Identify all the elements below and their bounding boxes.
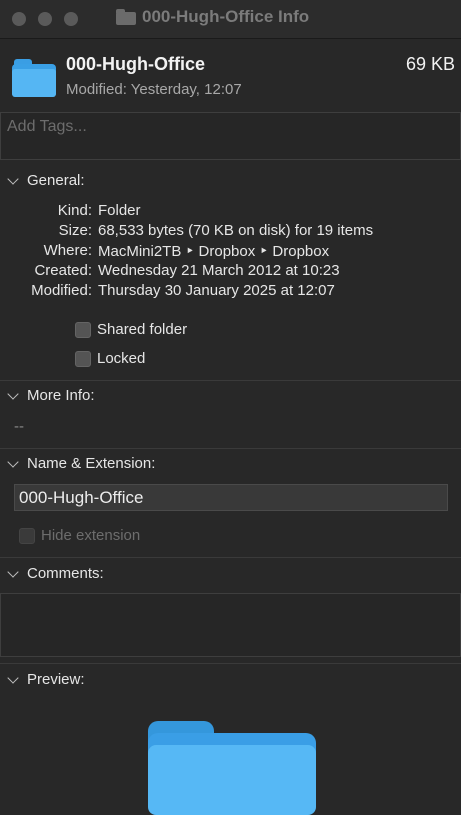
divider <box>0 448 461 449</box>
info-value: Thursday 30 January 2025 at 12:07 <box>98 282 335 299</box>
info-value: Folder <box>98 202 141 219</box>
info-value: MacMini2TB ‣ Dropbox ‣ Dropbox <box>98 243 330 260</box>
info-label: Created: <box>34 262 92 279</box>
info-row-size: Size: 68,533 bytes (70 KB on disk) for 1… <box>0 222 461 242</box>
item-size: 69 KB <box>405 54 455 74</box>
info-row-kind: Kind: Folder <box>0 202 461 222</box>
window-title: 000-Hugh-Office Info <box>116 7 309 27</box>
info-row-where: Where: MacMini2TB ‣ Dropbox ‣ Dropbox <box>0 242 461 262</box>
info-row-modified: Modified: Thursday 30 January 2025 at 12… <box>0 282 461 302</box>
info-value: Wednesday 21 March 2012 at 10:23 <box>98 262 340 279</box>
section-more-info-title: More Info: <box>27 387 95 404</box>
section-name-extension-title: Name & Extension: <box>27 455 156 472</box>
section-preview-header[interactable]: Preview: <box>0 671 461 695</box>
section-preview-title: Preview: <box>27 671 85 688</box>
section-comments-header[interactable]: Comments: <box>0 565 461 589</box>
tags-field[interactable]: Add Tags... <box>0 112 461 160</box>
section-general-header[interactable]: General: <box>0 172 461 196</box>
preview-folder-icon <box>148 721 318 815</box>
more-info-value: -- <box>14 418 24 435</box>
info-row-created: Created: Wednesday 21 March 2012 at 10:2… <box>0 262 461 282</box>
info-label: Kind: <box>57 202 92 219</box>
zoom-window-button[interactable] <box>64 12 78 26</box>
section-name-extension-header[interactable]: Name & Extension: <box>0 455 461 479</box>
hide-extension-checkbox[interactable] <box>19 528 35 544</box>
section-general-title: General: <box>27 172 85 189</box>
title-bar: 000-Hugh-Office Info <box>0 0 461 39</box>
info-header: 000-Hugh-Office 69 KB Modified: Yesterda… <box>0 39 461 111</box>
name-input[interactable]: 000-Hugh-Office <box>14 484 448 511</box>
info-label: Modified: <box>31 282 92 299</box>
item-modified: Modified: Yesterday, 12:07 <box>66 81 242 98</box>
info-label: Where: <box>43 242 92 259</box>
locked-checkbox[interactable] <box>75 351 91 367</box>
divider <box>0 557 461 558</box>
name-input-value: 000-Hugh-Office <box>19 488 144 507</box>
tags-placeholder: Add Tags... <box>7 118 87 135</box>
chevron-down-icon <box>7 388 19 400</box>
hide-extension-label: Hide extension <box>41 527 141 544</box>
divider <box>0 663 461 664</box>
chevron-down-icon <box>7 672 19 684</box>
locked-label: Locked <box>97 350 146 367</box>
info-value: 68,533 bytes (70 KB on disk) for 19 item… <box>98 222 374 239</box>
folder-icon <box>116 9 136 25</box>
window-title-text: 000-Hugh-Office Info <box>142 7 310 26</box>
section-more-info-header[interactable]: More Info: <box>0 387 461 411</box>
item-name: 000-Hugh-Office <box>66 54 206 74</box>
minimize-window-button[interactable] <box>38 12 52 26</box>
shared-folder-label: Shared folder <box>97 321 188 338</box>
folder-icon <box>12 59 56 97</box>
chevron-down-icon <box>7 173 19 185</box>
chevron-down-icon <box>7 566 19 578</box>
shared-folder-checkbox[interactable] <box>75 322 91 338</box>
comments-field[interactable] <box>0 593 461 657</box>
chevron-down-icon <box>7 456 19 468</box>
section-comments-title: Comments: <box>27 565 104 582</box>
info-label: Size: <box>58 222 92 239</box>
close-window-button[interactable] <box>12 12 26 26</box>
divider <box>0 380 461 381</box>
